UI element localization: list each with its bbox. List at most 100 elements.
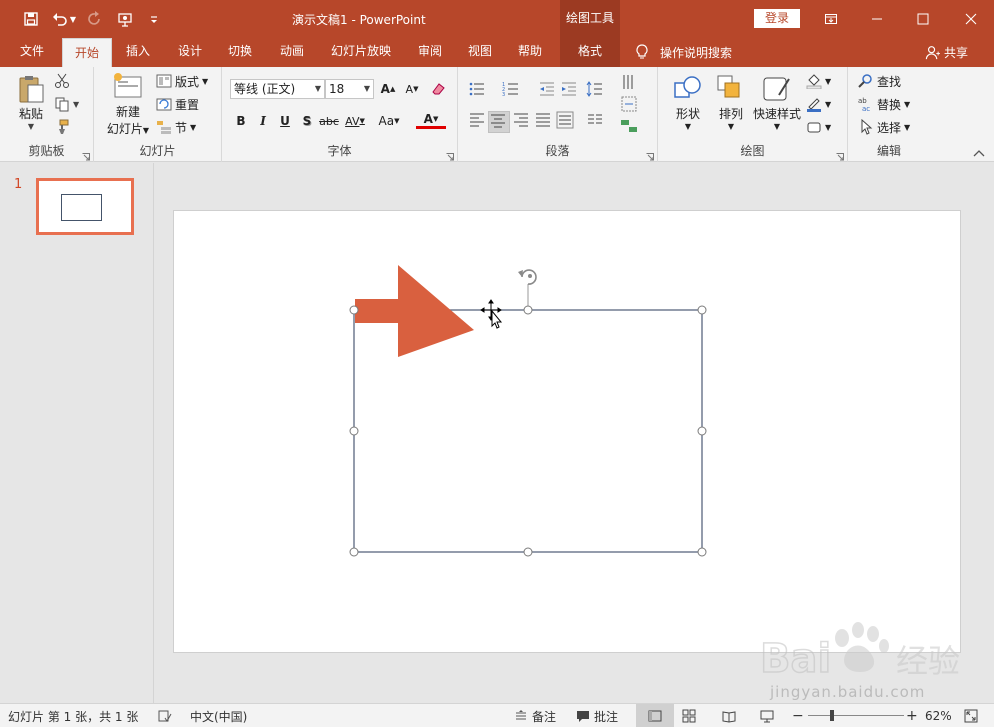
group-font: 等线 (正文) ▼ 18 ▼ A ▲ A ▼ B I U S abc AV ▼ Aa ▼ A… [222, 67, 458, 162]
reset-button[interactable]: 重置 [156, 94, 199, 114]
character-spacing-button[interactable]: AV ▼ [342, 111, 368, 131]
spell-check-icon[interactable] [158, 704, 172, 727]
zoom-slider[interactable] [808, 704, 904, 727]
section-button[interactable]: 节 ▼ [156, 117, 196, 137]
bullets-icon[interactable] [468, 80, 486, 98]
tell-me-search[interactable]: 操作说明搜索 [634, 37, 732, 67]
replace-button[interactable]: ab ac 替换 ▼ [858, 94, 910, 114]
share-button[interactable]: 共享 [925, 37, 968, 67]
tab-insert[interactable]: 插入 [116, 37, 160, 67]
slide-canvas[interactable] [173, 210, 961, 653]
paste-button[interactable]: 粘贴 ▼ [12, 73, 50, 131]
slide-thumbnail[interactable] [36, 178, 134, 235]
tab-format[interactable]: 格式 [560, 37, 620, 67]
customize-qat-icon[interactable] [143, 9, 165, 29]
numbering-icon[interactable]: 123 [502, 80, 520, 98]
bold-button[interactable]: B [232, 111, 250, 131]
tab-view[interactable]: 视图 [460, 37, 500, 67]
font-name-combo[interactable]: 等线 (正文) ▼ [230, 79, 325, 99]
tab-animations[interactable]: 动画 [270, 37, 314, 67]
reset-icon [156, 98, 172, 111]
slide-count-status: 幻灯片 第 1 张，共 1 张 [8, 709, 139, 724]
svg-text:ab: ab [858, 97, 867, 105]
tab-file[interactable]: 文件 [8, 37, 56, 67]
fit-to-window-icon[interactable] [964, 704, 978, 727]
underline-button[interactable]: U [276, 111, 294, 131]
shape-outline-button[interactable]: ▼ [806, 94, 831, 114]
align-center-icon[interactable] [488, 111, 510, 133]
comments-button[interactable]: 批注 [576, 704, 618, 727]
zoom-out-button[interactable]: − [792, 704, 804, 727]
ribbon-display-options-icon[interactable] [808, 0, 854, 37]
tab-design[interactable]: 设计 [168, 37, 212, 67]
shadow-button[interactable]: S [298, 111, 316, 131]
zoom-level[interactable]: 62% [925, 704, 952, 727]
lightbulb-icon [636, 44, 648, 59]
section-icon [157, 121, 171, 134]
close-icon[interactable] [948, 0, 994, 37]
shapes-button[interactable]: 形状 ▼ [668, 73, 708, 131]
reading-view-icon[interactable] [722, 704, 736, 727]
present-from-beginning-icon[interactable] [114, 9, 136, 29]
zoom-in-button[interactable]: + [906, 704, 918, 727]
tab-slideshow[interactable]: 幻灯片放映 [322, 37, 400, 67]
justify-icon[interactable] [534, 111, 552, 129]
select-button[interactable]: 选择 ▼ [858, 117, 910, 137]
layout-button[interactable]: 版式 ▼ [156, 71, 208, 91]
increase-indent-icon[interactable] [560, 80, 578, 98]
normal-view-icon[interactable] [636, 704, 674, 727]
paragraph-launcher-icon[interactable] [646, 150, 654, 161]
distributed-icon[interactable] [556, 111, 574, 129]
align-text-icon[interactable] [620, 95, 638, 113]
font-size-combo[interactable]: 18 ▼ [325, 79, 374, 99]
cut-button[interactable] [54, 71, 70, 91]
text-direction-icon[interactable] [620, 73, 638, 91]
save-icon[interactable] [20, 9, 42, 29]
format-painter-button[interactable] [54, 117, 70, 137]
change-case-button[interactable]: Aa ▼ [374, 111, 404, 131]
font-group-label: 字体 [327, 144, 352, 158]
redo-icon[interactable] [84, 9, 106, 29]
clipboard-launcher-icon[interactable] [82, 150, 90, 161]
shape-fill-button[interactable]: ▼ [806, 71, 831, 91]
signin-button[interactable]: 登录 [754, 9, 800, 28]
svg-text:经验: 经验 [896, 642, 960, 680]
replace-label: 替换 [877, 97, 902, 112]
tab-home[interactable]: 开始 [62, 38, 112, 67]
language-status[interactable]: 中文(中国) [190, 704, 247, 727]
quick-styles-button[interactable]: 快速样式 ▼ [752, 73, 802, 131]
scissors-icon [55, 73, 69, 88]
tell-me-label: 操作说明搜索 [660, 45, 733, 60]
shrink-font-button[interactable]: A ▼ [402, 79, 422, 99]
slideshow-view-icon[interactable] [760, 704, 774, 727]
strikethrough-button[interactable]: abc [318, 111, 340, 131]
shape-effects-button[interactable]: ▼ [806, 117, 831, 137]
minimize-icon[interactable] [854, 0, 900, 37]
find-button[interactable]: 查找 [858, 71, 901, 91]
arrange-button[interactable]: 排列 ▼ [712, 73, 750, 131]
align-right-icon[interactable] [512, 111, 530, 129]
new-slide-button[interactable]: 新建 幻灯片▼ [104, 71, 152, 137]
collapse-ribbon-icon[interactable] [972, 147, 986, 159]
tab-transitions[interactable]: 切换 [218, 37, 262, 67]
slide-sorter-view-icon[interactable] [682, 704, 696, 727]
clear-formatting-button[interactable] [428, 79, 448, 99]
maximize-icon[interactable] [900, 0, 946, 37]
zoom-slider-thumb[interactable] [830, 710, 834, 721]
shape-effects-icon [807, 122, 821, 133]
italic-button[interactable]: I [254, 111, 272, 131]
convert-smartart-icon[interactable] [620, 117, 638, 135]
columns-icon[interactable] [586, 111, 604, 129]
notes-button[interactable]: 备注 [514, 704, 556, 727]
grow-font-button[interactable]: A ▲ [378, 79, 398, 99]
drawing-launcher-icon[interactable] [836, 150, 844, 161]
copy-button[interactable]: ▼ [54, 94, 79, 114]
tab-help[interactable]: 帮助 [508, 37, 552, 67]
align-left-icon[interactable] [468, 111, 486, 129]
tab-review[interactable]: 审阅 [408, 37, 452, 67]
font-launcher-icon[interactable] [446, 150, 454, 161]
font-color-button[interactable]: A ▼ [416, 111, 446, 129]
line-spacing-icon[interactable] [586, 80, 604, 98]
undo-icon[interactable]: ▼ [50, 9, 78, 29]
decrease-indent-icon[interactable] [538, 80, 556, 98]
